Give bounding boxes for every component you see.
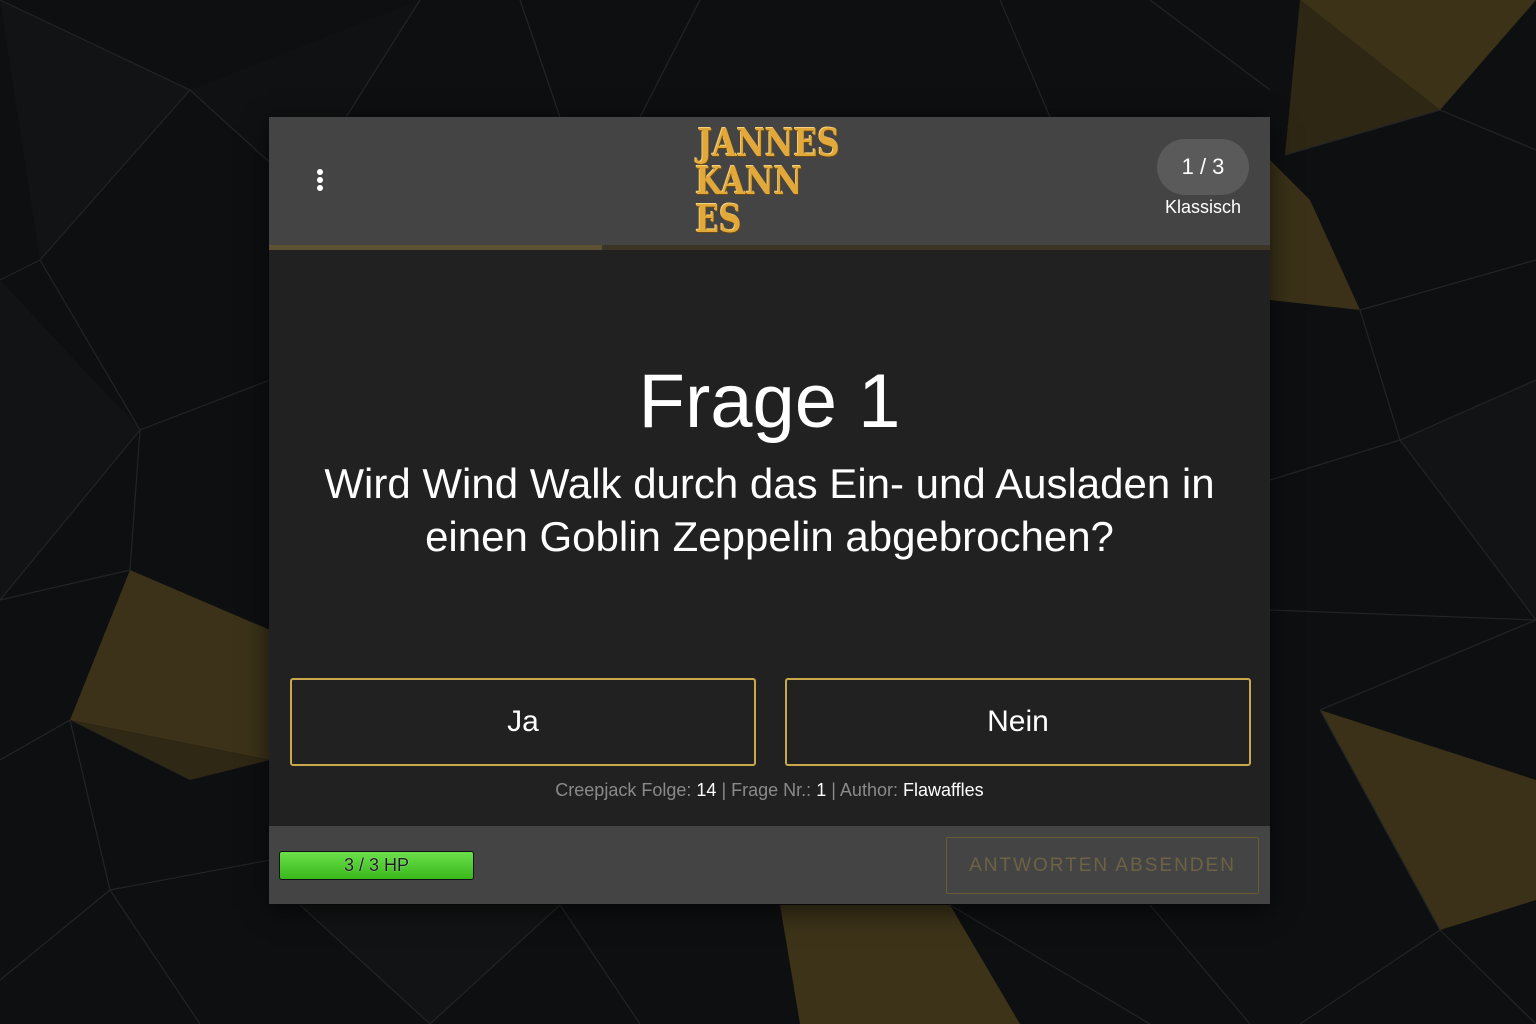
card-footer: 3 / 3 HP ANTWORTEN ABSENDEN [269, 826, 1270, 904]
round-progress-fill [269, 245, 603, 250]
hp-text: 3 / 3 HP [343, 855, 410, 875]
meta-separator: | [831, 780, 836, 800]
episode-label: Creepjack Folge: [555, 780, 692, 800]
game-mode-label: Klassisch [1164, 197, 1242, 217]
question-meta: Creepjack Folge: 14 | Frage Nr.: 1 | Aut… [269, 780, 1270, 801]
answer-no-button[interactable]: Nein [785, 678, 1251, 766]
round-progress-bar [269, 245, 1270, 250]
round-counter: 1 / 3 [1157, 139, 1249, 195]
app-logo: JANNES KANN ES [679, 124, 859, 238]
question-text: Wird Wind Walk durch das Ein- und Auslad… [324, 460, 1215, 560]
logo-line-1: JANNES [697, 120, 841, 165]
more-vertical-icon [317, 169, 323, 191]
meta-separator: | [721, 780, 727, 800]
card-header: JANNES KANN ES 1 / 3 Klassisch [269, 117, 1270, 245]
quiz-card: JANNES KANN ES 1 / 3 Klassisch Frage 1 W… [269, 117, 1270, 904]
more-menu-button[interactable] [305, 165, 335, 195]
logo-line-2: KANN ES [695, 158, 803, 241]
episode-value: 14 [696, 780, 717, 800]
author-label: Author: [839, 780, 898, 800]
author-value: Flawaffles [902, 780, 984, 800]
answer-yes-button[interactable]: Ja [290, 678, 756, 766]
question-no-label: Frage Nr.: [731, 780, 812, 800]
hp-bar: 3 / 3 HP [279, 851, 474, 880]
question-number: Frage 1 [638, 359, 901, 444]
submit-answers-button[interactable]: ANTWORTEN ABSENDEN [946, 837, 1259, 894]
question-no-value: 1 [816, 780, 827, 800]
